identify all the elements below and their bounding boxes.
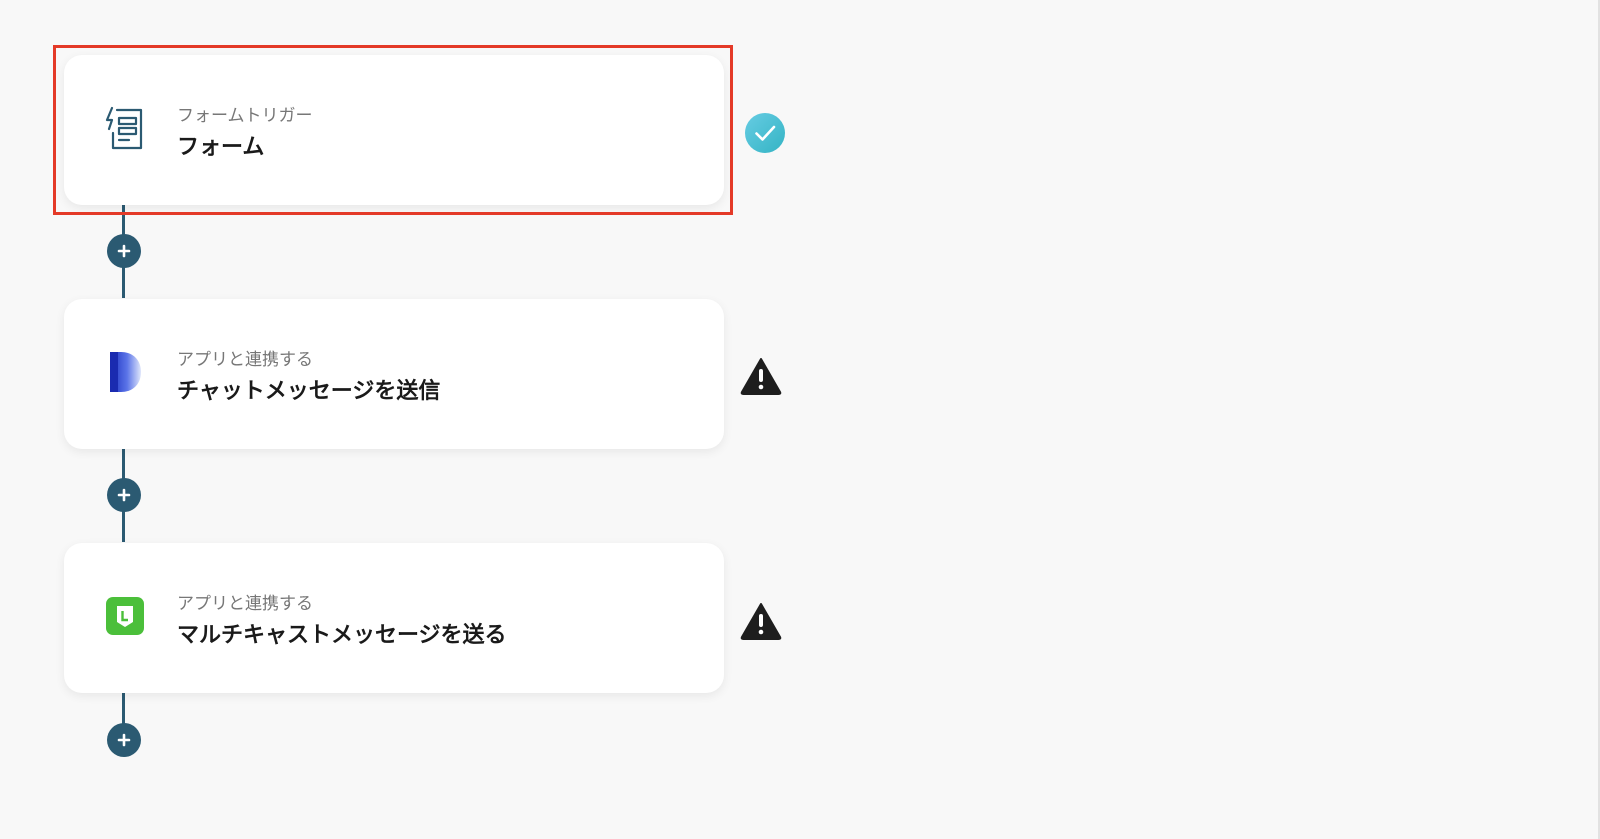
warning-triangle-icon bbox=[740, 356, 782, 396]
step-type-label: フォームトリガー bbox=[177, 106, 313, 126]
plus-icon bbox=[117, 488, 131, 502]
form-trigger-icon bbox=[102, 105, 148, 151]
line-app-icon bbox=[102, 593, 148, 639]
flow-step-form-trigger[interactable]: フォームトリガー フォーム bbox=[64, 55, 724, 205]
chat-app-icon bbox=[102, 349, 148, 395]
add-step-button[interactable] bbox=[107, 234, 141, 268]
add-step-button[interactable] bbox=[107, 478, 141, 512]
flow-step-multicast-message[interactable]: アプリと連携する マルチキャストメッセージを送る bbox=[64, 543, 724, 693]
add-step-button[interactable] bbox=[107, 723, 141, 757]
step-title: フォーム bbox=[177, 135, 265, 160]
step-title: マルチキャストメッセージを送る bbox=[177, 623, 507, 648]
plus-icon bbox=[117, 733, 131, 747]
warning-triangle-icon bbox=[740, 601, 782, 641]
step-title: チャットメッセージを送信 bbox=[177, 379, 441, 404]
check-circle-icon bbox=[744, 112, 786, 154]
plus-icon bbox=[117, 244, 131, 258]
step-type-label: アプリと連携する bbox=[177, 594, 313, 614]
flow-step-chat-message[interactable]: アプリと連携する チャットメッセージを送信 bbox=[64, 299, 724, 449]
step-type-label: アプリと連携する bbox=[177, 350, 313, 370]
